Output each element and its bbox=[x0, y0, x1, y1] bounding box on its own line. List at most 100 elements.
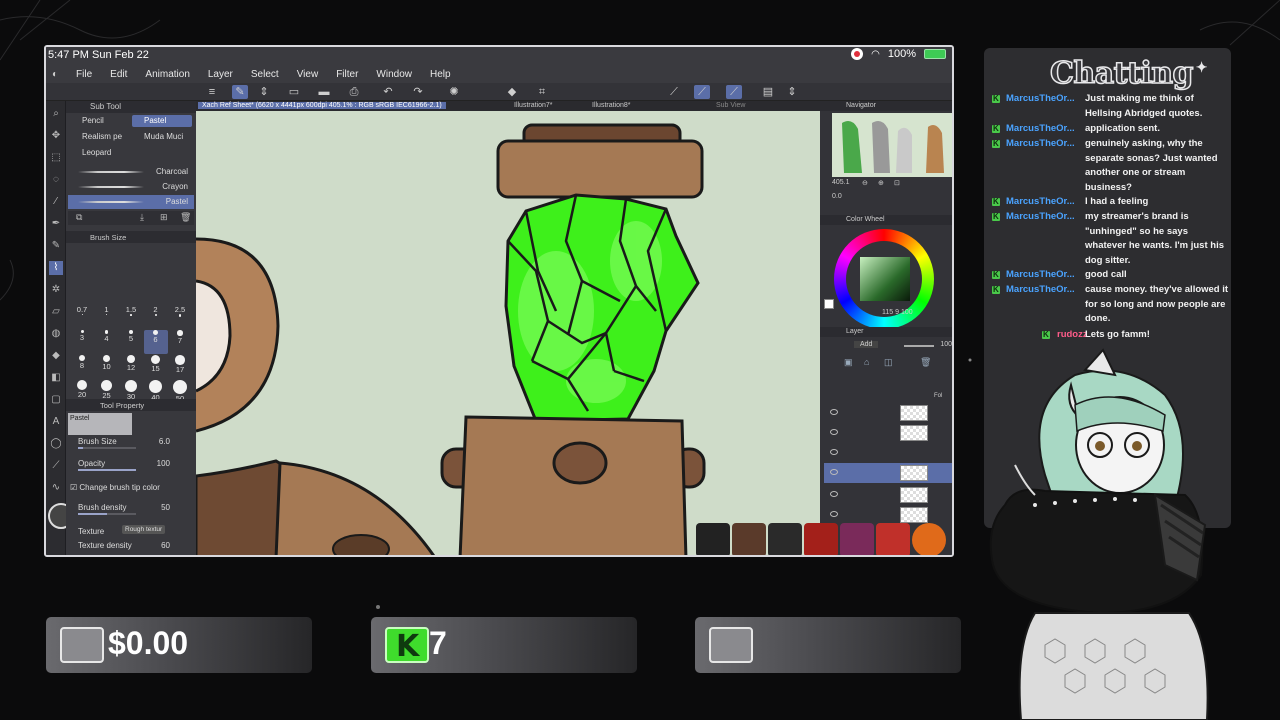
add-icon[interactable]: ⊞ bbox=[160, 212, 168, 223]
figure-icon[interactable]: ▢ bbox=[49, 393, 63, 407]
brush-density-property[interactable]: Brush density 50 bbox=[78, 503, 192, 517]
new-layer-icon[interactable]: ▣ bbox=[844, 357, 853, 368]
copy-icon[interactable]: ⧉ bbox=[76, 212, 82, 223]
brush-size-option[interactable]: 8 bbox=[70, 355, 94, 379]
pen-tool-icon[interactable]: ✎ bbox=[232, 85, 248, 99]
pencil-icon[interactable]: ✎ bbox=[49, 239, 63, 253]
open-folder-icon[interactable]: ▬ bbox=[316, 85, 332, 99]
brush-size-option[interactable]: 4 bbox=[95, 330, 119, 354]
eraser-icon[interactable]: ▱ bbox=[49, 305, 63, 319]
layer-opacity-slider[interactable] bbox=[904, 345, 934, 347]
brush-size-option[interactable]: 1.5 bbox=[119, 305, 143, 329]
move-icon[interactable]: ✥ bbox=[49, 129, 63, 143]
drawing-canvas[interactable] bbox=[196, 111, 820, 555]
undo-icon[interactable]: ↶ bbox=[380, 85, 396, 99]
change-tip-color-checkbox[interactable]: ☑ Change brush tip color bbox=[70, 483, 184, 497]
brush-size-option[interactable]: 15 bbox=[144, 355, 168, 379]
tab-pastel[interactable]: Pastel bbox=[132, 115, 192, 127]
menu-view[interactable]: View bbox=[297, 69, 319, 80]
correct-line-icon[interactable]: ∿ bbox=[49, 481, 63, 495]
chat-username[interactable]: MarcusTheOr... bbox=[1006, 92, 1086, 107]
brush-size-option[interactable]: 3 bbox=[70, 330, 94, 354]
menu-select[interactable]: Select bbox=[251, 69, 279, 80]
opacity-property[interactable]: Opacity 100 bbox=[78, 459, 192, 473]
texture-density-property[interactable]: Texture density 60 bbox=[78, 541, 192, 555]
airbrush-icon[interactable]: ✲ bbox=[49, 283, 63, 297]
fill-icon[interactable]: ◆ bbox=[49, 349, 63, 363]
tab-realism-pencil[interactable]: Realism pe bbox=[70, 131, 130, 143]
eye-icon[interactable] bbox=[830, 469, 838, 475]
layer-item[interactable] bbox=[824, 485, 952, 505]
navigator-rotate-value[interactable]: 0.0 bbox=[832, 193, 842, 200]
brush-pastel[interactable]: Pastel bbox=[68, 195, 194, 209]
fill-icon[interactable]: ◆ bbox=[504, 85, 520, 99]
brush-size-option[interactable]: 0.7 bbox=[70, 305, 94, 329]
chat-username[interactable]: MarcusTheOr... bbox=[1006, 195, 1086, 210]
lasso-icon[interactable]: ◌ bbox=[49, 173, 63, 187]
chat-username[interactable]: MarcusTheOr... bbox=[1006, 268, 1086, 283]
eyedropper-icon[interactable]: ⁄ bbox=[49, 195, 63, 209]
blend-mode-select[interactable]: Add bbox=[854, 341, 879, 348]
brush-size-option[interactable]: 2.5 bbox=[168, 305, 192, 329]
menu-layer[interactable]: Layer bbox=[208, 69, 233, 80]
balloon-icon[interactable]: ◯ bbox=[49, 437, 63, 451]
color-square[interactable] bbox=[860, 257, 910, 301]
layer-item[interactable] bbox=[824, 403, 952, 423]
display-icon[interactable]: ▤ bbox=[760, 85, 776, 99]
app-icon[interactable]: ◐ bbox=[52, 69, 58, 80]
eye-icon[interactable] bbox=[830, 449, 838, 455]
selection-icon[interactable]: ⬚ bbox=[49, 151, 63, 165]
new-file-icon[interactable]: ▭ bbox=[286, 85, 302, 99]
layer-folder[interactable] bbox=[824, 443, 952, 463]
zoom-out-icon[interactable]: ⊖ bbox=[862, 179, 868, 187]
pen-icon[interactable]: ✒ bbox=[49, 217, 63, 231]
brush-size-option[interactable]: 6 bbox=[143, 330, 168, 354]
redo-icon[interactable]: ↷ bbox=[410, 85, 426, 99]
chevron-updown-icon[interactable]: ⇕ bbox=[784, 85, 800, 99]
navigator-zoom-value[interactable]: 405.1 bbox=[832, 179, 850, 186]
chat-username[interactable]: MarcusTheOr... bbox=[1006, 122, 1086, 137]
brush-size-option[interactable]: 1 bbox=[95, 305, 119, 329]
mask-icon[interactable]: ◫ bbox=[884, 357, 893, 368]
lock-icon[interactable]: ⌂ bbox=[864, 357, 869, 367]
eye-icon[interactable] bbox=[830, 491, 838, 497]
save-icon[interactable]: ⎙ bbox=[346, 85, 362, 99]
menu-animation[interactable]: Animation bbox=[145, 69, 189, 80]
texture-select[interactable]: Rough textur bbox=[122, 525, 166, 534]
layer-item-active[interactable] bbox=[824, 463, 952, 483]
brush-size-option[interactable]: 2 bbox=[144, 305, 168, 329]
brush-icon[interactable]: ⌇ bbox=[49, 261, 63, 275]
tab-illustration7[interactable]: Illustration7* bbox=[514, 102, 553, 109]
hamburger-menu-icon[interactable]: ≡ bbox=[204, 85, 220, 99]
loading-icon[interactable]: ✺ bbox=[446, 85, 462, 99]
menu-filter[interactable]: Filter bbox=[336, 69, 358, 80]
tab-leopard[interactable]: Leopard bbox=[70, 147, 130, 159]
eye-icon[interactable] bbox=[830, 511, 838, 517]
brush-size-property[interactable]: Brush Size 6.0 bbox=[78, 437, 192, 451]
ruler-icon[interactable]: ⟋ bbox=[666, 85, 682, 99]
crop-icon[interactable]: ⌗ bbox=[534, 85, 550, 99]
menu-window[interactable]: Window bbox=[376, 69, 412, 80]
chat-username[interactable]: MarcusTheOr... bbox=[1006, 283, 1086, 298]
tab-pencil[interactable]: Pencil bbox=[70, 115, 130, 127]
menu-file[interactable]: File bbox=[76, 69, 92, 80]
blend-icon[interactable]: ◍ bbox=[49, 327, 63, 341]
chevron-updown-icon[interactable]: ⇕ bbox=[256, 85, 272, 99]
tab-illustration8[interactable]: Illustration8* bbox=[592, 102, 631, 109]
pen-pressure-icon[interactable]: ⟋ bbox=[726, 85, 742, 99]
trash-icon[interactable]: 🗑 bbox=[180, 212, 191, 223]
text-icon[interactable]: A bbox=[49, 415, 63, 429]
stabilizer-icon[interactable]: ⟋ bbox=[694, 85, 710, 99]
brush-size-option[interactable]: 10 bbox=[95, 355, 119, 379]
brush-charcoal[interactable]: Charcoal bbox=[68, 165, 194, 179]
eye-icon[interactable] bbox=[830, 429, 838, 435]
screen-record-icon[interactable] bbox=[851, 48, 864, 60]
navigator-thumbnail[interactable] bbox=[832, 113, 952, 177]
texture-property[interactable]: Texture Rough textur bbox=[78, 525, 192, 541]
layer-item[interactable] bbox=[824, 505, 952, 525]
ruler-icon[interactable]: ⟋ bbox=[49, 459, 63, 473]
chat-username[interactable]: MarcusTheOr... bbox=[1006, 210, 1086, 225]
eye-icon[interactable] bbox=[830, 409, 838, 415]
fit-icon[interactable]: ⊡ bbox=[894, 179, 900, 187]
gradient-icon[interactable]: ◧ bbox=[49, 371, 63, 385]
